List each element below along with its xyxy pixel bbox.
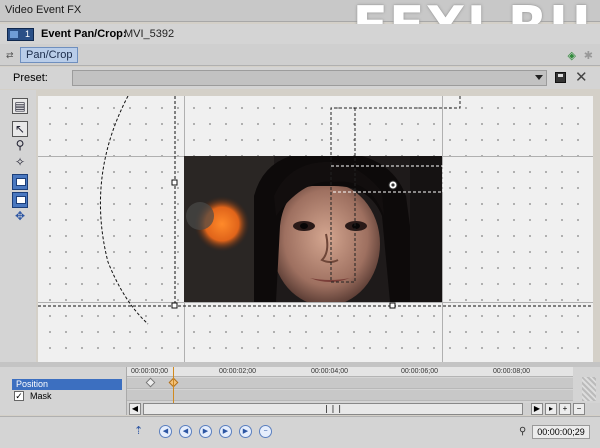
tick-label: 00:00:02;00 [219,368,256,375]
marker-icon[interactable]: ⚲ [519,426,526,437]
plugin-chain-icon[interactable]: ◈ [568,49,576,62]
save-preset-icon[interactable] [555,72,566,83]
timeline-vertical-scrollbar[interactable] [582,377,596,401]
scroll-right-icon[interactable]: ▶ [531,403,543,415]
fx-label: Event Pan/Crop: [41,28,127,40]
plugin-chain-bar: ⇄ Pan/Crop ◈ ✱ [0,44,600,66]
first-keyframe-icon[interactable]: ◀ [159,425,172,438]
track-mask[interactable]: Mask [26,391,122,402]
time-ruler[interactable]: 00:00:00;00 00:00:02;00 00:00:04;00 00:0… [127,367,573,377]
position-keyframe-lane[interactable] [127,377,573,389]
fx-chain-icon [10,31,18,38]
center-icon[interactable] [12,192,28,208]
remove-plugin-icon[interactable]: ✱ [584,49,593,62]
zoom-out-icon[interactable]: − [573,403,585,415]
tick-label: 00:00:06;00 [401,368,438,375]
fx-media-name: MVI_5392 [124,28,175,40]
event-fx-bar: 1 Event Pan/Crop: MVI_5392 [0,24,600,44]
plugin-chip-pan-crop[interactable]: Pan/Crop [20,47,79,63]
properties-icon[interactable]: ▤ [12,98,28,114]
normal-edit-icon[interactable]: ↖ [12,121,28,137]
zoom-icon[interactable]: ⚲ [12,138,28,154]
tick-label: 00:00:08;00 [493,368,530,375]
track-position[interactable]: Position [12,379,122,390]
mask-checkbox[interactable]: ✓ [14,391,24,401]
next-keyframe-icon[interactable]: ▶ [219,425,232,438]
preset-dropdown[interactable] [72,70,547,86]
pan-crop-workspace[interactable] [38,96,593,362]
keyframe-marker[interactable] [145,377,156,388]
current-time-display[interactable]: 00:00:00;29 [532,425,590,439]
playhead-cursor[interactable] [173,367,174,403]
fit-canvas-icon[interactable] [12,174,28,190]
fx-badge-number: 1 [24,29,30,39]
play-keyframe-icon[interactable]: ▶ [199,425,212,438]
keyframe-timeline[interactable]: 00:00:00;00 00:00:02;00 00:00:04;00 00:0… [126,367,600,415]
play-icon[interactable]: ▸ [545,403,557,415]
magic-wand-icon[interactable]: ✧ [12,155,28,171]
track-mask-label: Mask [30,391,52,401]
prev-keyframe-icon[interactable]: ◀ [179,425,192,438]
chain-arrow-icon[interactable]: ⇄ [6,50,14,61]
mask-keyframe-lane[interactable] [127,390,573,401]
move-icon[interactable]: ✥ [12,209,28,225]
delete-preset-icon[interactable]: ✕ [575,68,588,86]
tick-label: 00:00:04;00 [311,368,348,375]
chevron-down-icon [535,75,543,80]
keyframe-track-list: Position ✓ Mask [0,367,126,415]
zoom-in-icon[interactable]: + [559,403,571,415]
sync-cursor-icon[interactable]: ⇡ [134,424,143,437]
tool-strip: ▤ ↖ ⚲ ✧ ✥ [0,90,36,362]
timeline-horizontal-scrollbar[interactable]: ◀ ❘❘❘ ▶ ▸ + − [127,403,600,415]
scroll-left-icon[interactable]: ◀ [129,403,141,415]
keyframe-transport-bar: ⇡ ◀ ◀ ▶ ▶ ▶ − ⚲ 00:00:00;29 [0,416,600,448]
window-title: Video Event FX [5,4,82,16]
last-keyframe-icon[interactable]: ▶ [239,425,252,438]
preset-label: Preset: [13,72,48,84]
crop-overlay[interactable] [38,96,593,362]
add-keyframe-icon[interactable]: − [259,425,272,438]
preset-bar: Preset: [0,67,600,89]
fx-badge[interactable]: 1 [7,28,34,41]
tick-label: 00:00:00;00 [131,368,168,375]
track-position-label: Position [16,379,49,389]
scrollbar-thumb[interactable]: ❘❘❘ [143,403,523,415]
